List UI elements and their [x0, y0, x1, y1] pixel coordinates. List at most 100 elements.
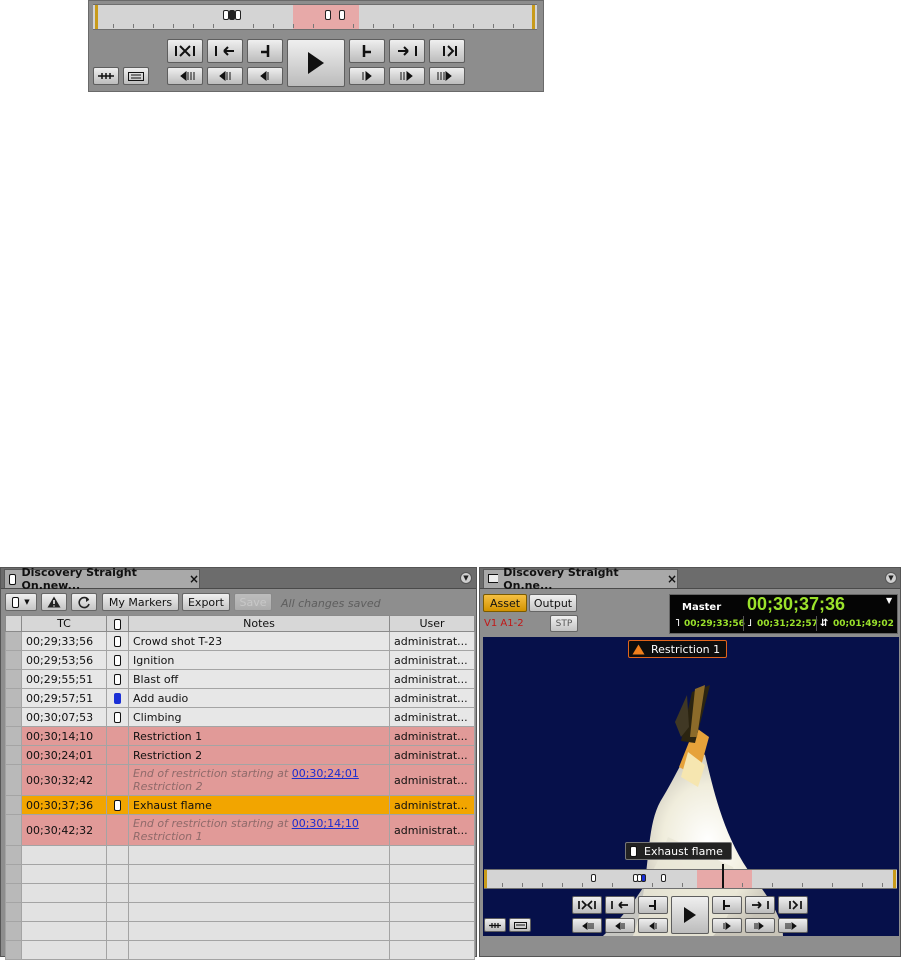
- marker-icon[interactable]: [339, 10, 345, 20]
- marker-icon: [630, 845, 637, 857]
- video-frame[interactable]: Restriction 1 Exhaust flame: [483, 637, 899, 936]
- marker-icon[interactable]: [641, 874, 646, 882]
- row-selector[interactable]: [5, 707, 22, 727]
- table-row[interactable]: 00;30;24;01 Restriction 2 administrat...: [5, 745, 475, 765]
- refresh-icon: [77, 596, 90, 608]
- duration-icon: ⇵: [820, 618, 829, 629]
- keyboard-button[interactable]: [123, 67, 149, 85]
- empty-cell: [21, 864, 107, 884]
- column-header-marker[interactable]: [106, 615, 129, 632]
- marker-type-dropdown[interactable]: ▼: [5, 593, 37, 611]
- play-button[interactable]: [671, 896, 709, 934]
- step-back-10-button[interactable]: [207, 67, 243, 85]
- column-header-tc[interactable]: TC: [21, 615, 107, 632]
- step-back-icon[interactable]: [247, 67, 283, 85]
- table-row[interactable]: 00;30;07;53 Climbing administrat...: [5, 707, 475, 727]
- row-selector[interactable]: [5, 726, 22, 746]
- row-selector[interactable]: [5, 688, 22, 708]
- marker-icon: [114, 655, 121, 666]
- viewer-position-ruler[interactable]: [484, 864, 897, 889]
- empty-cell: [389, 845, 475, 865]
- restriction-start-link[interactable]: 00;30;24;01: [292, 767, 359, 780]
- tc-cell: 00;29;57;51: [21, 688, 107, 708]
- play-button[interactable]: [287, 39, 345, 87]
- column-header-user[interactable]: User: [389, 615, 475, 632]
- close-icon[interactable]: ×: [189, 572, 199, 586]
- chevron-down-icon[interactable]: ▼: [886, 596, 892, 605]
- duration-timecode: 00;01;49;02: [833, 619, 894, 629]
- go-to-mark-out-button[interactable]: [429, 39, 465, 63]
- mark-in-button[interactable]: [247, 39, 283, 63]
- export-button[interactable]: Export: [182, 593, 230, 611]
- previous-marker-button[interactable]: [605, 896, 635, 914]
- column-header-notes[interactable]: Notes: [128, 615, 390, 632]
- step-back-10-button[interactable]: [605, 918, 635, 933]
- row-selector[interactable]: [5, 650, 22, 670]
- go-to-mark-in-button[interactable]: [572, 896, 602, 914]
- restriction-start-link[interactable]: 00;30;14;10: [292, 817, 359, 830]
- viewer-tab[interactable]: Discovery Straight On.ne... ×: [483, 566, 678, 592]
- step-forward-fast-button[interactable]: [778, 918, 808, 933]
- top-position-ruler[interactable]: [93, 4, 537, 30]
- row-selector[interactable]: [5, 795, 22, 815]
- stp-button[interactable]: STP: [550, 615, 578, 632]
- table-row[interactable]: 00;29;53;56 Ignition administrat...: [5, 650, 475, 670]
- panel-menu-icon[interactable]: ▼: [460, 572, 472, 584]
- table-row[interactable]: 00;30;32;42 End of restriction starting a…: [5, 764, 475, 796]
- marker-caption[interactable]: Exhaust flame: [625, 842, 732, 860]
- step-forward-10-button[interactable]: [745, 918, 775, 933]
- row-selector[interactable]: [5, 631, 22, 651]
- row-selector[interactable]: [5, 669, 22, 689]
- go-to-mark-in-button[interactable]: [167, 39, 203, 63]
- step-back-fast-button[interactable]: [572, 918, 602, 933]
- mark-out-button[interactable]: [712, 896, 742, 914]
- empty-row: [5, 902, 475, 922]
- mark-in-button[interactable]: [638, 896, 668, 914]
- markers-tab[interactable]: Discovery Straight On.new... ×: [4, 566, 200, 592]
- user-cell: administrat...: [389, 669, 475, 689]
- row-selector[interactable]: [5, 814, 22, 846]
- marker-icon[interactable]: [591, 874, 596, 882]
- save-button[interactable]: Save: [234, 593, 272, 611]
- next-marker-button[interactable]: [389, 39, 425, 63]
- row-selector[interactable]: [5, 764, 22, 796]
- jog-button[interactable]: [484, 918, 506, 932]
- marker-icon[interactable]: [235, 10, 241, 20]
- timecode-source-label[interactable]: Master: [682, 602, 721, 613]
- jog-button[interactable]: [93, 67, 119, 85]
- next-marker-button[interactable]: [745, 896, 775, 914]
- mark-out-button[interactable]: [349, 39, 385, 63]
- notes-text: End of restriction starting at: [133, 767, 292, 780]
- step-forward-fast-button[interactable]: [429, 67, 465, 85]
- keyboard-button[interactable]: [509, 918, 531, 932]
- refresh-button[interactable]: [71, 593, 97, 611]
- asset-button[interactable]: Asset: [483, 594, 527, 612]
- table-row[interactable]: 00;30;14;10 Restriction 1 administrat...: [5, 726, 475, 746]
- close-icon[interactable]: ×: [667, 572, 677, 586]
- restriction-indicator[interactable]: Restriction 1: [628, 640, 728, 658]
- my-markers-button[interactable]: My Markers: [102, 593, 179, 611]
- empty-row: [5, 883, 475, 903]
- table-row[interactable]: 00;29;55;51 Blast off administrat...: [5, 669, 475, 689]
- playhead[interactable]: [722, 864, 724, 888]
- step-forward-icon[interactable]: [712, 918, 742, 933]
- tc-cell: 00;29;53;56: [21, 650, 107, 670]
- go-to-mark-out-button[interactable]: [778, 896, 808, 914]
- row-selector[interactable]: [5, 745, 22, 765]
- marker-icon[interactable]: [325, 10, 331, 20]
- step-back-fast-button[interactable]: [167, 67, 203, 85]
- table-row[interactable]: 00;30;42;32 End of restriction starting a…: [5, 814, 475, 846]
- panel-menu-icon[interactable]: ▼: [885, 572, 897, 584]
- user-cell: administrat...: [389, 650, 475, 670]
- table-row[interactable]: 00;30;37;36 Exhaust flame administrat...: [5, 795, 475, 815]
- previous-marker-button[interactable]: [207, 39, 243, 63]
- output-button[interactable]: Output: [529, 594, 577, 612]
- step-back-icon[interactable]: [638, 918, 668, 933]
- restriction-button[interactable]: [41, 593, 67, 611]
- notes-cell: Climbing: [128, 707, 390, 727]
- step-forward-10-button[interactable]: [389, 67, 425, 85]
- marker-icon[interactable]: [661, 874, 666, 882]
- table-row[interactable]: 00;29;33;56 Crowd shot T-23 administrat...: [5, 631, 475, 651]
- step-forward-icon[interactable]: [349, 67, 385, 85]
- table-row[interactable]: 00;29;57;51 Add audio administrat...: [5, 688, 475, 708]
